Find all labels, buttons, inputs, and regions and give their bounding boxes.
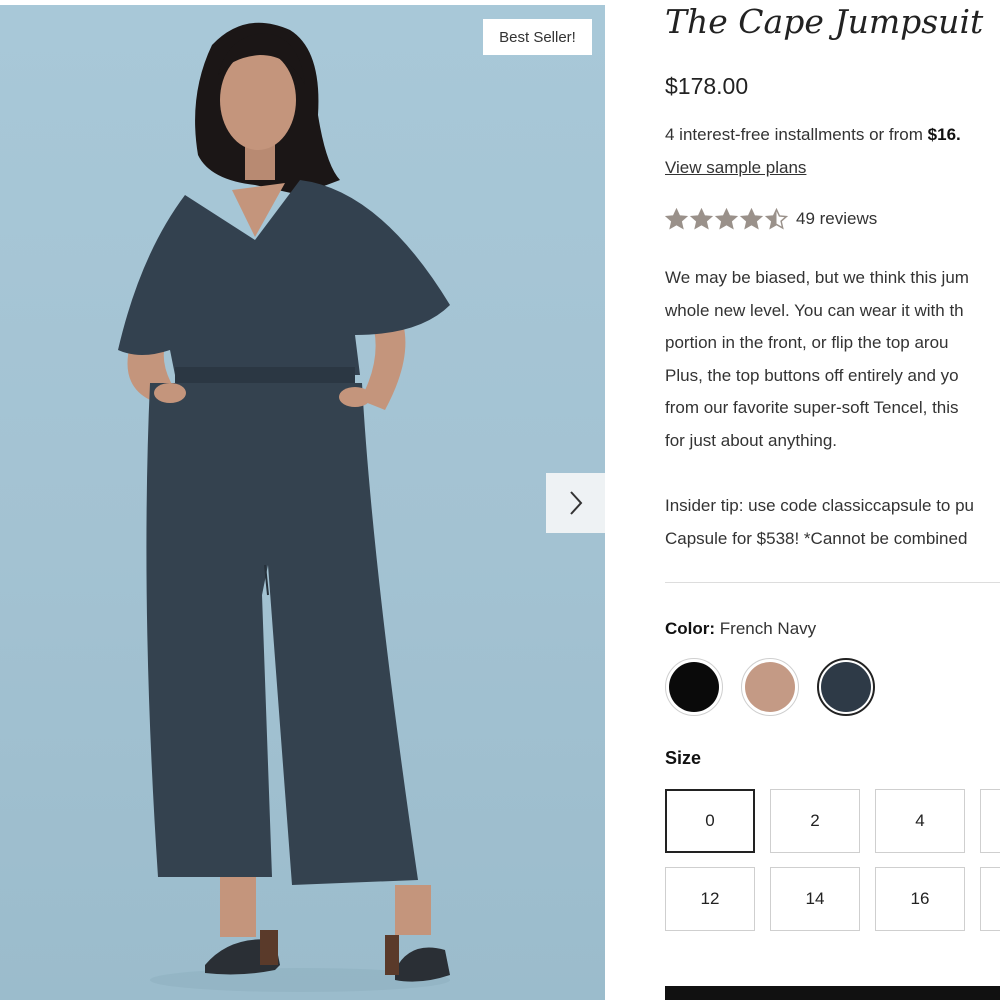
reviews-count[interactable]: 49 reviews: [796, 209, 877, 229]
size-option[interactable]: 14: [770, 867, 860, 931]
size-option[interactable]: 4: [875, 789, 965, 853]
color-swatch[interactable]: [665, 658, 723, 716]
add-to-bag-button[interactable]: [665, 986, 1000, 1000]
color-swatch-fill: [821, 662, 871, 712]
size-option[interactable]: 12: [665, 867, 755, 931]
size-option[interactable]: 16: [875, 867, 965, 931]
color-swatch[interactable]: [817, 658, 875, 716]
insider-tip-line: Insider tip: use code classiccapsule to …: [665, 496, 975, 515]
color-label-title: Color:: [665, 619, 716, 638]
star-icon: [715, 208, 738, 230]
star-icon: [690, 208, 713, 230]
product-image: Best Seller!: [0, 5, 605, 1000]
description-line: whole new level. You can wear it with th: [665, 300, 964, 320]
model-photo: [118, 22, 450, 992]
star-icon: [665, 208, 688, 230]
product-title: The Cape Jumpsuit: [665, 2, 984, 41]
color-swatch-fill: [669, 662, 719, 712]
selected-color-name: French Navy: [719, 619, 817, 638]
best-seller-badge: Best Seller!: [483, 19, 592, 55]
star-icon: [765, 208, 788, 230]
chevron-right-icon: [569, 491, 582, 515]
product-price: $178.00: [665, 73, 749, 99]
size-label: Size: [665, 748, 702, 768]
installments-amount: $16.: [927, 125, 961, 144]
color-label: Color: French Navy: [665, 619, 816, 639]
description-line: from our favorite super-soft Tencel, thi…: [665, 398, 959, 417]
size-option[interactable]: [980, 867, 1000, 931]
divider: [665, 582, 1000, 583]
color-swatch[interactable]: [741, 658, 799, 716]
description-line: for just about anything.: [665, 430, 838, 450]
size-option[interactable]: 0: [665, 789, 755, 853]
color-swatch-fill: [745, 662, 795, 712]
rating-stars: [665, 208, 788, 230]
view-sample-plans-link[interactable]: View sample plans: [665, 158, 806, 178]
description-line: Plus, the top buttons off entirely and y…: [665, 365, 959, 385]
star-icon: [740, 208, 763, 230]
next-image-button[interactable]: [546, 473, 605, 533]
size-option[interactable]: 2: [770, 789, 860, 853]
installments-prefix: 4 interest-free installments or from: [665, 125, 928, 144]
insider-tip-line: Capsule for $538! *Cannot be combined: [665, 528, 968, 548]
product-details: The Cape Jumpsuit $178.00 4 interest-fre…: [665, 0, 1000, 1000]
rating[interactable]: 49 reviews: [665, 208, 877, 230]
description-line: We may be biased, but we think this jum: [665, 268, 969, 287]
description-line: portion in the front, or flip the top ar…: [665, 333, 949, 352]
installments-text: 4 interest-free installments or from $16…: [665, 125, 961, 145]
size-option[interactable]: [980, 789, 1000, 853]
